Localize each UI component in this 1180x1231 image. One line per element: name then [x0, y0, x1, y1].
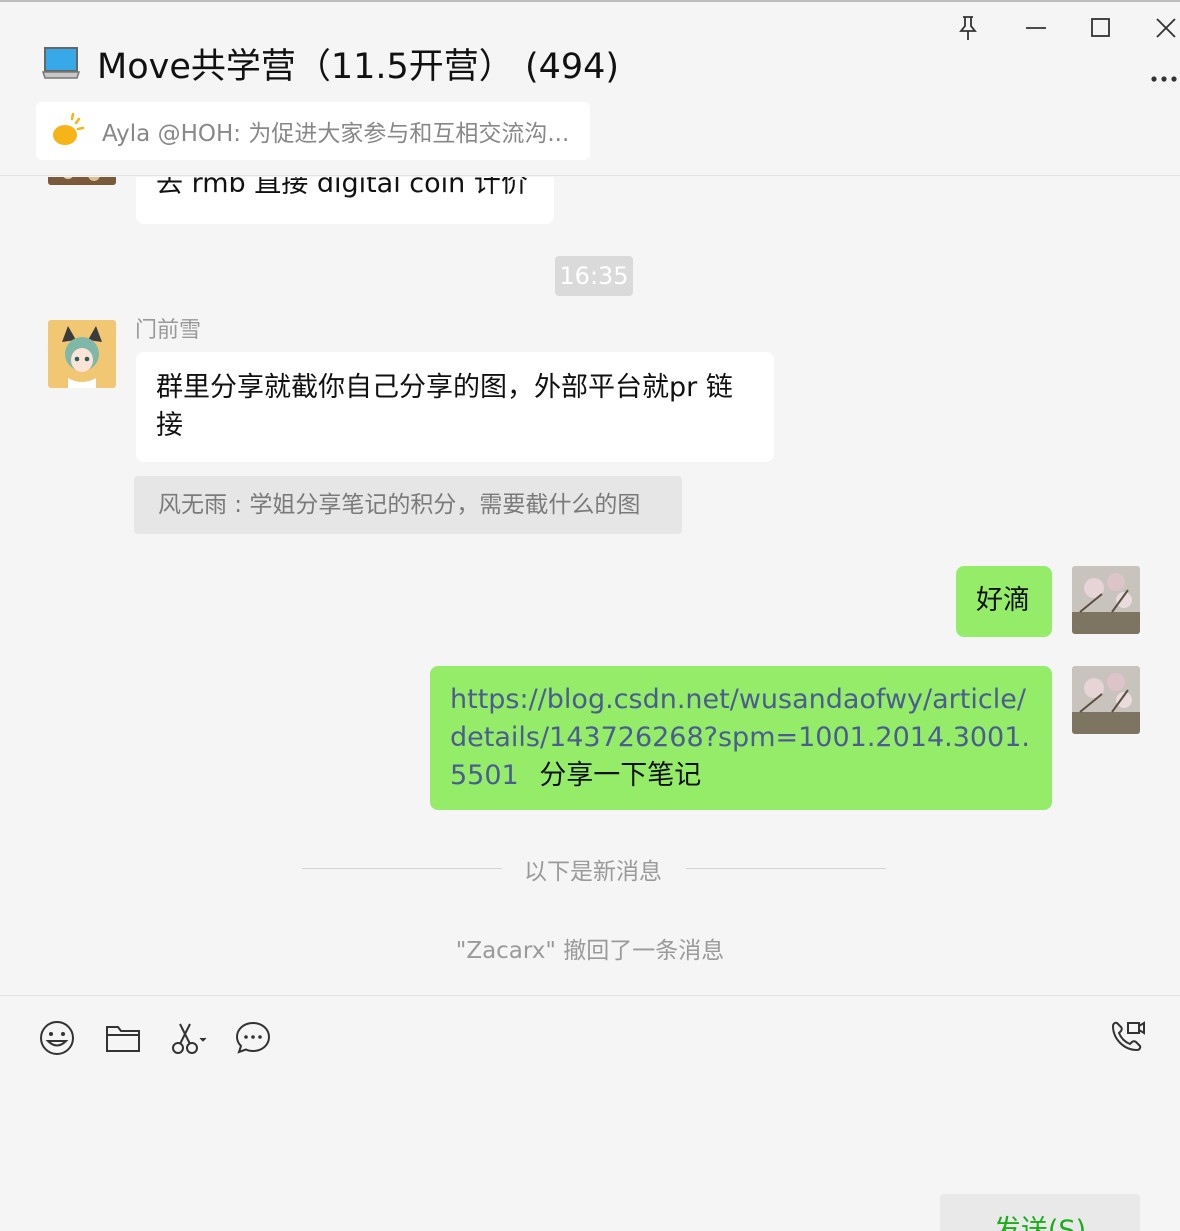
- minimize-icon: [1026, 27, 1046, 29]
- maximize-icon: [1091, 18, 1110, 37]
- more-options-button[interactable]: [1148, 64, 1180, 94]
- chat-history-icon: [235, 1021, 271, 1054]
- divider-line-right: [686, 868, 886, 869]
- quoted-message[interactable]: 风无雨 : 学姐分享笔记的积分，需要截什么的图: [134, 476, 682, 534]
- message-link[interactable]: https://blog.csdn.net/wusandaofwy/articl…: [450, 684, 1030, 791]
- screenshot-button[interactable]: [168, 1018, 212, 1058]
- close-button[interactable]: [1148, 12, 1180, 44]
- avatar-sender[interactable]: [48, 320, 116, 388]
- minimize-button[interactable]: [1018, 12, 1054, 44]
- close-icon: [1156, 18, 1176, 38]
- emoji-button[interactable]: [37, 1018, 77, 1058]
- group-name: Move共学营（11.5开营）: [97, 47, 514, 87]
- message-bubble-outgoing[interactable]: https://blog.csdn.net/wusandaofwy/articl…: [430, 666, 1052, 810]
- message-bubble-incoming[interactable]: 去 rmb 直接 digital coin 计价: [136, 177, 554, 224]
- divider-line-left: [302, 868, 502, 869]
- message-text: 群里分享就截你自己分享的图，外部平台就pr 链接: [156, 372, 733, 441]
- maximize-button[interactable]: [1083, 12, 1119, 44]
- sender-name: 门前雪: [135, 318, 202, 343]
- avatar-self[interactable]: [1072, 666, 1140, 734]
- message-text: 分享一下笔记: [539, 760, 702, 791]
- announcement-text: Ayla @HOH: 为促进大家参与和互相交流沟...: [102, 121, 570, 147]
- chat-title: Move共学营（11.5开营） (494): [97, 38, 619, 89]
- chat-header: Move共学营（11.5开营） (494) Ayla @HOH: 为促进大家参与…: [0, 0, 1180, 176]
- avatar-self[interactable]: [1072, 566, 1140, 634]
- window-top-border: [0, 0, 1180, 2]
- announcement-icon: [53, 112, 85, 145]
- pin-icon: [959, 16, 977, 40]
- group-announcement-bar[interactable]: Ayla @HOH: 为促进大家参与和互相交流沟...: [36, 102, 590, 160]
- avatar-image: [48, 177, 116, 185]
- pin-button[interactable]: [950, 12, 986, 44]
- message-bubble-incoming[interactable]: 群里分享就截你自己分享的图，外部平台就pr 链接: [136, 352, 774, 462]
- message-input[interactable]: [30, 1076, 1150, 1186]
- chat-history-button[interactable]: [233, 1018, 273, 1058]
- emoji-icon: [40, 1021, 74, 1055]
- avatar-image: [1072, 566, 1140, 634]
- recall-notice: "Zacarx" 撤回了一条消息: [455, 938, 725, 964]
- laptop-icon: [42, 47, 80, 79]
- message-bubble-outgoing[interactable]: 好滴: [956, 566, 1052, 637]
- voice-video-call-button[interactable]: [1108, 1018, 1148, 1058]
- voice-video-call-icon: [1111, 1021, 1145, 1052]
- avatar-previous-sender[interactable]: [48, 177, 116, 185]
- message-text: 好滴: [976, 585, 1030, 616]
- folder-icon: [106, 1026, 140, 1052]
- new-messages-divider: 以下是新消息: [524, 859, 662, 885]
- avatar-image: [1072, 666, 1140, 734]
- send-button[interactable]: 发送(S): [940, 1194, 1140, 1231]
- avatar-image: [48, 320, 116, 388]
- composer: 发送(S): [0, 995, 1180, 1231]
- message-timestamp: 16:35: [555, 256, 633, 296]
- member-count: (494): [524, 47, 620, 87]
- more-dots-icon: [1151, 76, 1177, 82]
- message-text: 去 rmb 直接 digital coin 计价: [156, 177, 528, 199]
- message-list[interactable]: 去 rmb 直接 digital coin 计价 16:35 门前雪 群里分享就…: [0, 177, 1180, 994]
- send-file-button[interactable]: [103, 1018, 143, 1058]
- scissors-icon: [172, 1023, 207, 1054]
